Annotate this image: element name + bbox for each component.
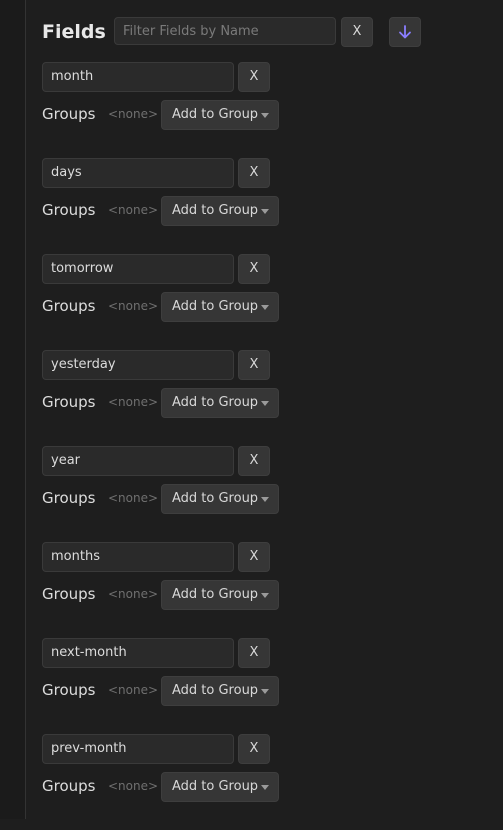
field-name[interactable]: tomorrow: [42, 254, 234, 284]
remove-field-button[interactable]: X: [238, 734, 270, 764]
no-groups-label: <none>: [108, 395, 159, 409]
field-name[interactable]: days: [42, 158, 234, 188]
groups-label: Groups: [42, 585, 96, 603]
sort-button[interactable]: [389, 17, 421, 47]
remove-field-button[interactable]: X: [238, 446, 270, 476]
add-to-group-dropdown[interactable]: Add to Group: [161, 388, 279, 418]
no-groups-label: <none>: [108, 779, 159, 793]
field-name[interactable]: month: [42, 62, 234, 92]
groups-label: Groups: [42, 393, 96, 411]
add-to-group-label: Add to Group: [172, 107, 259, 122]
fields-header: Fields X: [42, 16, 482, 48]
field-name[interactable]: yesterday: [42, 350, 234, 380]
add-to-group-label: Add to Group: [172, 587, 259, 602]
groups-label: Groups: [42, 297, 96, 315]
field-name[interactable]: next-month: [42, 638, 234, 668]
add-to-group-dropdown[interactable]: Add to Group: [161, 676, 279, 706]
groups-label: Groups: [42, 105, 96, 123]
clear-filter-button[interactable]: X: [341, 17, 373, 47]
remove-field-button[interactable]: X: [238, 62, 270, 92]
no-groups-label: <none>: [108, 683, 159, 697]
filter-fields-input[interactable]: [114, 17, 336, 45]
groups-label: Groups: [42, 777, 96, 795]
add-to-group-dropdown[interactable]: Add to Group: [161, 196, 279, 226]
add-to-group-label: Add to Group: [172, 299, 259, 314]
no-groups-label: <none>: [108, 203, 159, 217]
add-to-group-label: Add to Group: [172, 683, 259, 698]
caret-down-icon: [261, 785, 269, 790]
groups-label: Groups: [42, 681, 96, 699]
caret-down-icon: [261, 689, 269, 694]
field-name[interactable]: months: [42, 542, 234, 572]
caret-down-icon: [261, 593, 269, 598]
field-item: days X Groups <none> Add to Group: [42, 158, 482, 254]
caret-down-icon: [261, 497, 269, 502]
remove-field-button[interactable]: X: [238, 254, 270, 284]
groups-label: Groups: [42, 489, 96, 507]
no-groups-label: <none>: [108, 299, 159, 313]
caret-down-icon: [261, 113, 269, 118]
no-groups-label: <none>: [108, 491, 159, 505]
caret-down-icon: [261, 305, 269, 310]
add-to-group-label: Add to Group: [172, 395, 259, 410]
field-item: months X Groups <none> Add to Group: [42, 542, 482, 638]
caret-down-icon: [261, 209, 269, 214]
field-name[interactable]: prev-month: [42, 734, 234, 764]
field-item: year X Groups <none> Add to Group: [42, 446, 482, 542]
field-item: month X Groups <none> Add to Group: [42, 62, 482, 158]
remove-field-button[interactable]: X: [238, 158, 270, 188]
caret-down-icon: [261, 401, 269, 406]
left-pane-edge: [0, 0, 26, 819]
groups-label: Groups: [42, 201, 96, 219]
remove-field-button[interactable]: X: [238, 350, 270, 380]
add-to-group-label: Add to Group: [172, 779, 259, 794]
add-to-group-label: Add to Group: [172, 203, 259, 218]
add-to-group-dropdown[interactable]: Add to Group: [161, 772, 279, 802]
no-groups-label: <none>: [108, 107, 159, 121]
panel-title: Fields: [42, 21, 106, 43]
field-item: tomorrow X Groups <none> Add to Group: [42, 254, 482, 350]
add-to-group-dropdown[interactable]: Add to Group: [161, 292, 279, 322]
field-item: prev-month X Groups <none> Add to Group: [42, 734, 482, 830]
field-item: yesterday X Groups <none> Add to Group: [42, 350, 482, 446]
field-item: next-month X Groups <none> Add to Group: [42, 638, 482, 734]
arrow-down-icon: [399, 25, 411, 39]
no-groups-label: <none>: [108, 587, 159, 601]
add-to-group-dropdown[interactable]: Add to Group: [161, 484, 279, 514]
field-name[interactable]: year: [42, 446, 234, 476]
remove-field-button[interactable]: X: [238, 638, 270, 668]
add-to-group-label: Add to Group: [172, 491, 259, 506]
add-to-group-dropdown[interactable]: Add to Group: [161, 580, 279, 610]
remove-field-button[interactable]: X: [238, 542, 270, 572]
add-to-group-dropdown[interactable]: Add to Group: [161, 100, 279, 130]
